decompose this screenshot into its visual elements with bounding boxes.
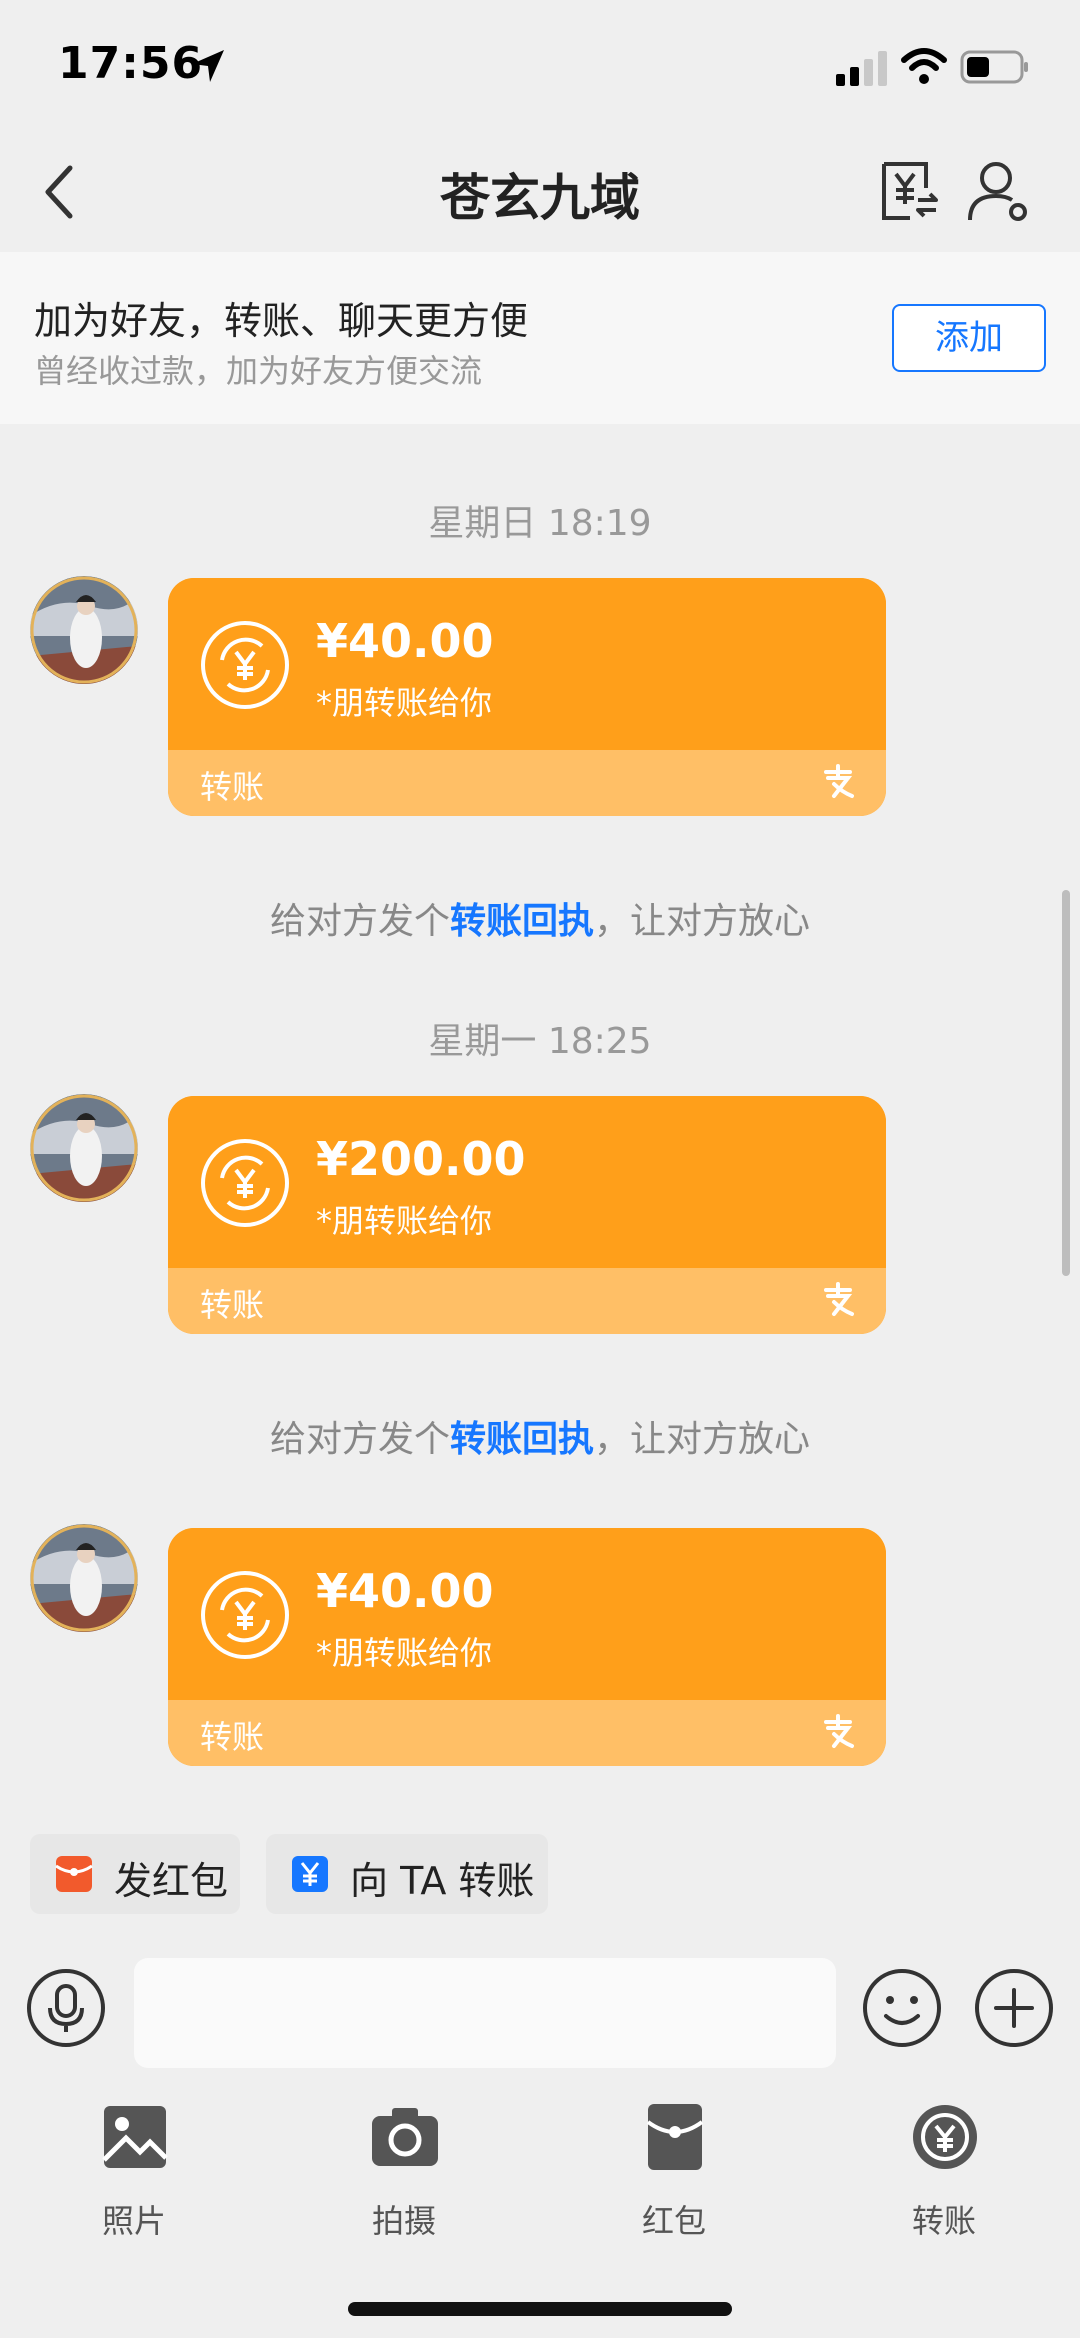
transfer-card[interactable]: ¥200.00 *朋转账给你 转账 (168, 1096, 886, 1334)
nav-bar: 苍玄九域 (0, 130, 1080, 252)
tool-red-envelope[interactable]: 红包 (574, 2102, 774, 2252)
add-friend-subtitle: 曾经收过款，加为好友方便交流 (34, 352, 483, 390)
tool-camera-label: 拍摄 (371, 2202, 436, 2240)
transfer-receipt-link[interactable]: 转账回执 (450, 1419, 594, 1460)
transfer-description: *朋转账给你 (316, 1202, 493, 1240)
transfer-type-label: 转账 (200, 1718, 265, 1756)
signal-icon (836, 51, 887, 86)
message-input[interactable] (134, 1958, 836, 2068)
avatar-image (30, 1524, 138, 1632)
home-indicator[interactable] (348, 2302, 732, 2316)
tool-photo-label: 照片 (101, 2202, 166, 2240)
receipt-notice-prefix: 给对方发个 (269, 901, 450, 942)
transfer-card[interactable]: ¥40.00 *朋转账给你 转账 (168, 1528, 886, 1766)
scrollbar[interactable] (1062, 890, 1070, 1276)
transfer-amount: ¥200.00 (316, 1132, 526, 1186)
microphone-icon[interactable] (26, 1968, 106, 2048)
tool-photo[interactable]: 照片 (34, 2102, 234, 2252)
transfer-amount: ¥40.00 (316, 614, 494, 668)
transfer-type-label: 转账 (200, 1286, 265, 1324)
add-friend-banner: 加为好友，转账、聊天更方便 曾经收过款，加为好友方便交流 添加 (0, 252, 1080, 424)
transfer-amount: ¥40.00 (316, 1564, 494, 1618)
camera-icon (372, 2108, 438, 2166)
location-arrow-icon (192, 50, 224, 82)
transfer-card-footer: 转账 (168, 1700, 886, 1766)
receipt-notice-suffix: ，让对方放心 (594, 901, 811, 942)
add-friend-title: 加为好友，转账、聊天更方便 (34, 299, 529, 343)
battery-icon (960, 50, 1028, 84)
chat-area: 星期日 18:19 ¥40.00 *朋转账给你 转账 给对方发个转账回执，让对方… (0, 424, 1080, 1820)
alipay-icon (824, 764, 854, 798)
receipt-notice-prefix: 给对方发个 (269, 1419, 450, 1460)
add-friend-button[interactable]: 添加 (892, 304, 1046, 372)
alipay-icon (824, 1714, 854, 1748)
transfer-card-footer: 转账 (168, 1268, 886, 1334)
tool-camera[interactable]: 拍摄 (304, 2102, 504, 2252)
red-envelope-icon (55, 1856, 93, 1892)
transfer-card-body: ¥40.00 *朋转账给你 (168, 578, 886, 750)
receipt-notice: 给对方发个转账回执，让对方放心 (0, 892, 1080, 944)
transfer-type-label: 转账 (200, 768, 265, 806)
send-red-envelope-button[interactable]: 发红包 (30, 1834, 240, 1914)
receipt-notice-suffix: ，让对方放心 (594, 1419, 811, 1460)
tool-red-envelope-label: 红包 (641, 2202, 706, 2240)
red-envelope-icon (646, 2104, 704, 2170)
transfer-icon (913, 2105, 977, 2169)
tool-transfer[interactable]: 转账 (844, 2102, 1044, 2252)
emoji-icon[interactable] (862, 1968, 942, 2048)
wifi-icon (901, 48, 947, 84)
transfer-description: *朋转账给你 (316, 684, 493, 722)
transfer-card-footer: 转账 (168, 750, 886, 816)
yuan-transfer-icon (201, 1571, 289, 1659)
yuan-transfer-icon (201, 1139, 289, 1227)
plus-icon[interactable] (974, 1968, 1054, 2048)
alipay-icon (824, 1282, 854, 1316)
transfer-to-ta-label: 向 TA 转账 (350, 1859, 535, 1903)
transfer-description: *朋转账给你 (316, 1634, 493, 1672)
avatar[interactable] (30, 1094, 138, 1202)
bill-transfer-icon[interactable] (876, 158, 940, 224)
transfer-card[interactable]: ¥40.00 *朋转账给你 转账 (168, 578, 886, 816)
transfer-yuan-icon (292, 1856, 328, 1892)
input-bar (0, 1946, 1080, 2076)
profile-settings-icon[interactable] (966, 158, 1032, 224)
transfer-card-body: ¥200.00 *朋转账给你 (168, 1096, 886, 1268)
receipt-notice: 给对方发个转账回执，让对方放心 (0, 1410, 1080, 1462)
status-time: 17:56 (58, 38, 204, 89)
tool-transfer-label: 转账 (911, 2202, 976, 2240)
yuan-transfer-icon (201, 621, 289, 709)
avatar[interactable] (30, 576, 138, 684)
tool-tray: 照片 拍摄 红包 转账 (0, 2090, 1080, 2338)
quick-actions: 发红包 向 TA 转账 (0, 1820, 1080, 1920)
transfer-to-ta-button[interactable]: 向 TA 转账 (266, 1834, 548, 1914)
message-timestamp: 星期一 18:25 (428, 1021, 652, 1062)
message-timestamp: 星期日 18:19 (428, 503, 652, 544)
photo-icon (102, 2106, 168, 2168)
send-red-envelope-label: 发红包 (114, 1859, 229, 1903)
transfer-receipt-link[interactable]: 转账回执 (450, 901, 594, 942)
avatar-image (30, 576, 138, 684)
transfer-card-body: ¥40.00 *朋转账给你 (168, 1528, 886, 1700)
status-bar: 17:56 (0, 0, 1080, 130)
avatar-image (30, 1094, 138, 1202)
avatar[interactable] (30, 1524, 138, 1632)
